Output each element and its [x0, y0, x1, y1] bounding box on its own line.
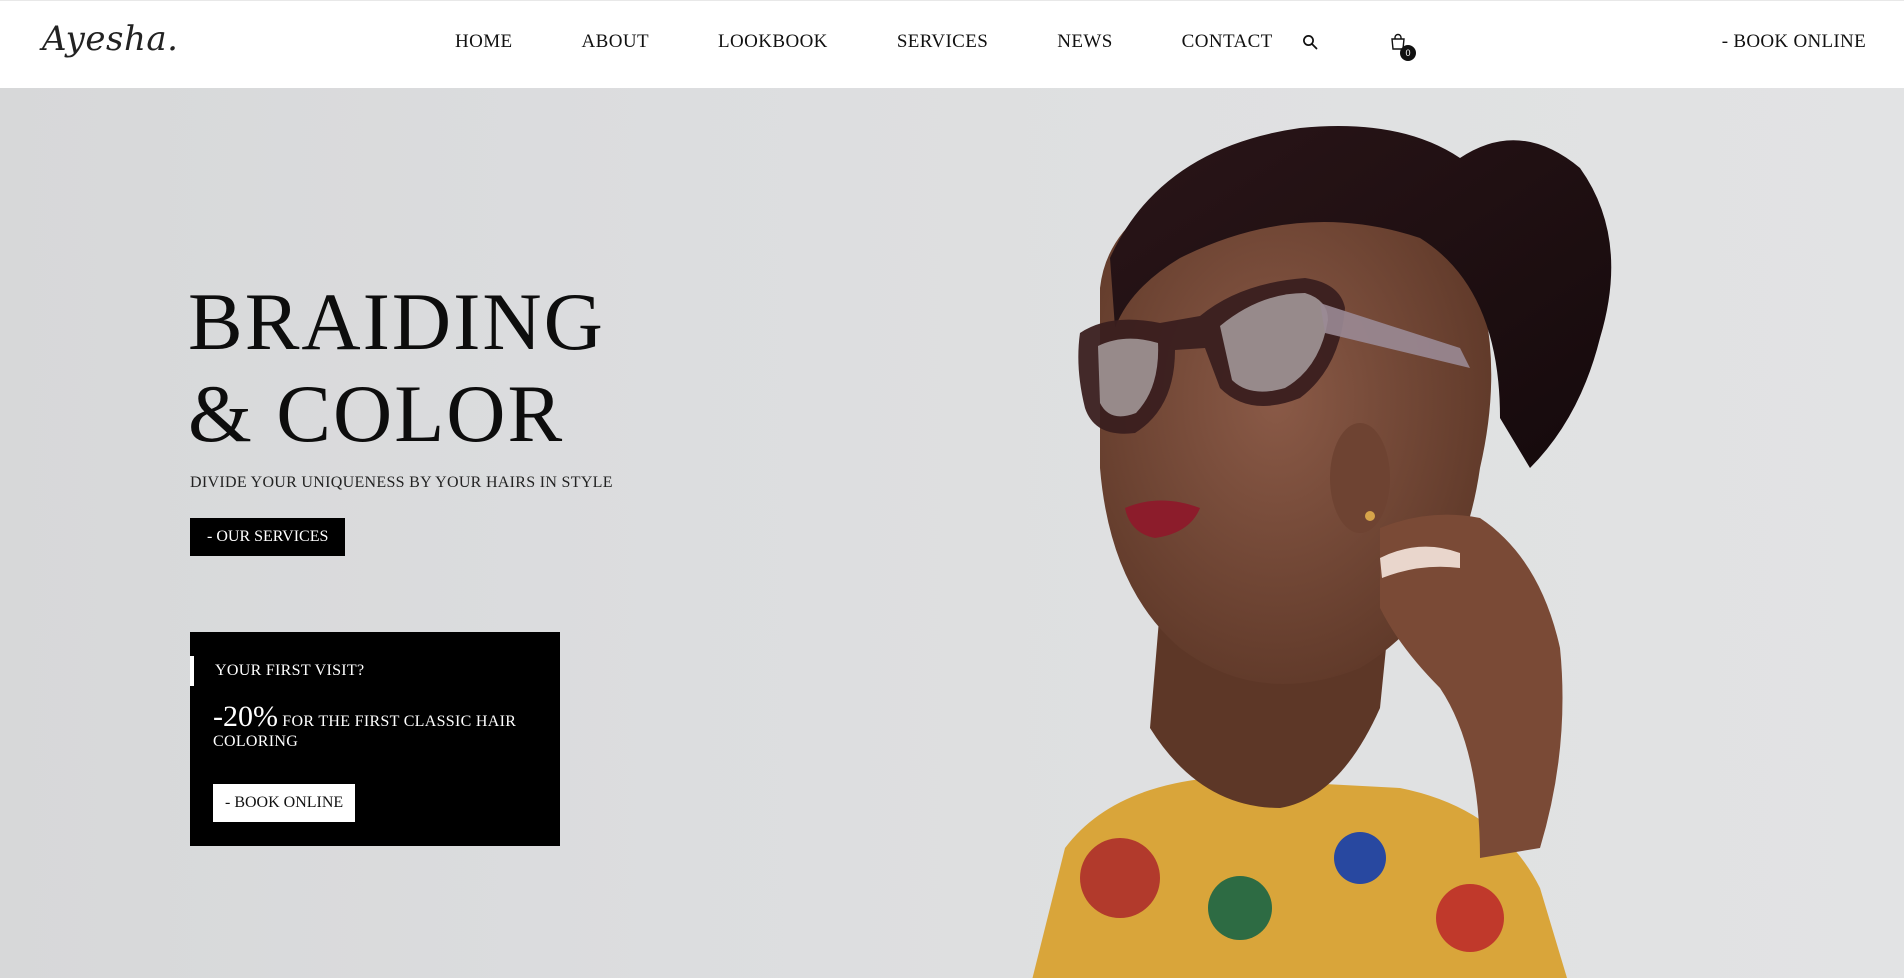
nav-lookbook[interactable]: LOOKBOOK	[718, 31, 828, 53]
hero-section: BRAIDING & COLOR DIVIDE YOUR UNIQUENESS …	[0, 88, 1904, 978]
book-online-link[interactable]: - BOOK ONLINE	[1722, 31, 1866, 53]
nav-services[interactable]: SERVICES	[897, 31, 988, 53]
logo[interactable]: Ayesha.	[42, 19, 178, 59]
cart-count-badge: 0	[1400, 45, 1416, 61]
promo-label: YOUR FIRST VISIT?	[215, 662, 365, 679]
nav-about[interactable]: ABOUT	[582, 31, 649, 53]
hero-portrait-image	[1032, 126, 1612, 978]
promo-text: -20% FOR THE FIRST CLASSIC HAIR COLORING	[213, 702, 533, 752]
first-visit-promo-card: YOUR FIRST VISIT? -20% FOR THE FIRST CLA…	[190, 632, 560, 846]
hero-headline: BRAIDING & COLOR	[188, 276, 605, 460]
nav-news[interactable]: NEWS	[1057, 31, 1112, 53]
nav-home[interactable]: HOME	[455, 31, 513, 53]
headline-line-1: BRAIDING	[188, 276, 605, 367]
promo-book-online-button[interactable]: - BOOK ONLINE	[213, 784, 356, 822]
hero-subline: DIVIDE YOUR UNIQUENESS BY YOUR HAIRS IN …	[190, 474, 613, 491]
search-icon[interactable]	[1302, 34, 1318, 50]
cart-button[interactable]: 0	[1390, 33, 1416, 61]
headline-line-2: & COLOR	[188, 368, 565, 459]
promo-discount: -20%	[213, 700, 278, 733]
our-services-button[interactable]: - OUR SERVICES	[190, 518, 346, 556]
main-nav: HOME ABOUT LOOKBOOK SERVICES NEWS CONTAC…	[455, 31, 1343, 53]
nav-contact[interactable]: CONTACT	[1182, 31, 1273, 53]
promo-accent-bar	[190, 656, 194, 686]
site-header: Ayesha. HOME ABOUT LOOKBOOK SERVICES NEW…	[0, 0, 1904, 88]
